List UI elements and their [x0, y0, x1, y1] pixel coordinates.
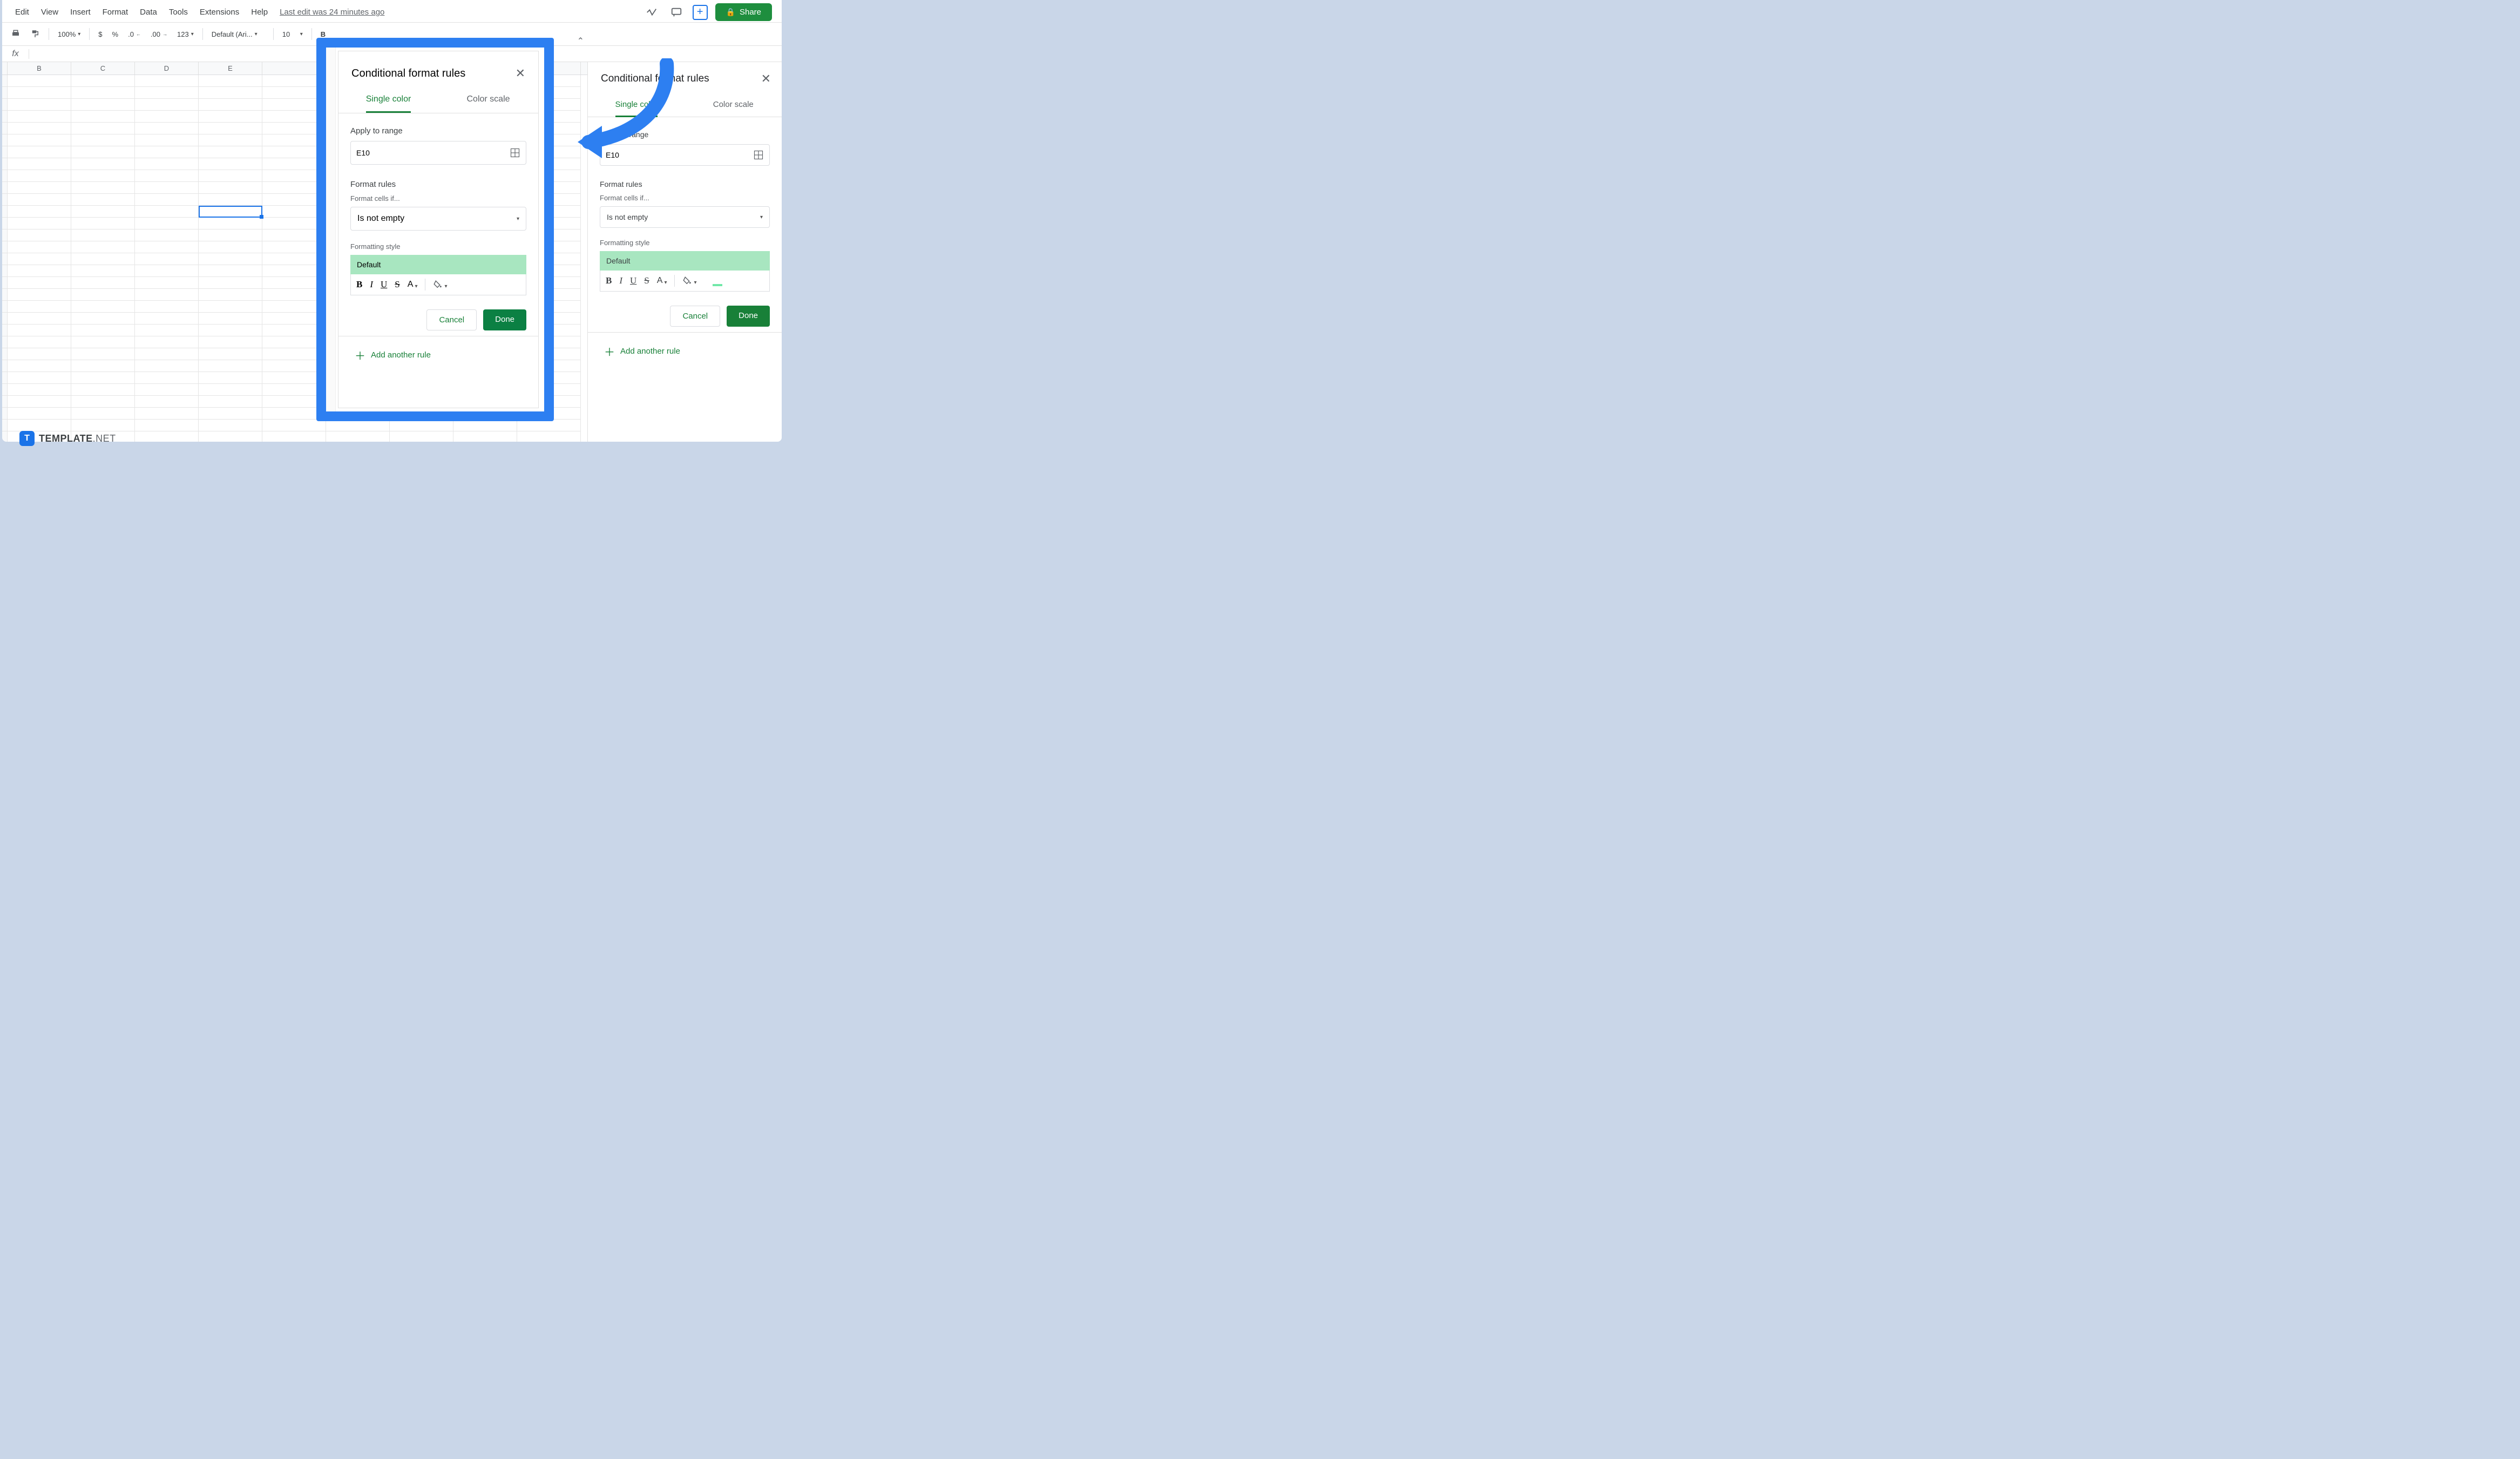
zoom-fmt-strike[interactable]: S	[395, 279, 399, 290]
tab-single-color[interactable]: Single color	[588, 92, 685, 117]
fmt-italic[interactable]: I	[619, 275, 622, 286]
currency-format[interactable]: $	[95, 28, 105, 40]
comments-icon[interactable]	[668, 4, 685, 21]
zoom-chevron-down-icon: ▾	[517, 216, 519, 222]
add-another-rule[interactable]: ＋ Add another rule	[600, 333, 770, 370]
zoom-condition-value: Is not empty	[357, 214, 404, 224]
panel-body: Apply to range Format rules Format cells…	[588, 117, 782, 442]
zoom-fmt-fill-color[interactable]: ▾	[433, 280, 447, 289]
font-select[interactable]: Default (Ari...▾	[208, 28, 268, 40]
percent-format[interactable]: %	[109, 28, 122, 40]
add-rule-label: Add another rule	[620, 347, 680, 356]
menu-bar: Edit View Insert Format Data Tools Exten…	[2, 0, 782, 22]
zoom-panel-buttons: Cancel Done	[350, 309, 526, 330]
menu-data[interactable]: Data	[140, 8, 157, 17]
panel-buttons: Cancel Done	[600, 306, 770, 327]
lock-icon: 🔒	[726, 8, 735, 17]
chevron-down-icon: ▾	[760, 214, 763, 220]
fill-swatch-icon	[713, 284, 722, 286]
zoom-callout: Conditional format rules ✕ Single color …	[316, 38, 554, 421]
zoom-done-button[interactable]: Done	[483, 309, 526, 330]
apply-range-label: Apply to range	[600, 130, 770, 139]
zoom-formatting-toolbar: B I U S A▾ ▾	[350, 274, 526, 295]
menu-extensions[interactable]: Extensions	[200, 8, 239, 17]
menu-format[interactable]: Format	[103, 8, 128, 17]
template-net-logo: T TEMPLATE.NET	[19, 431, 116, 446]
menu-edit[interactable]: Edit	[15, 8, 29, 17]
fmt-underline[interactable]: U	[630, 275, 636, 286]
zoom-tab-color-scale[interactable]: Color scale	[438, 86, 538, 113]
menu-help[interactable]: Help	[251, 8, 268, 17]
fmt-fill-color[interactable]: ▾	[682, 276, 696, 286]
stage: Edit View Insert Format Data Tools Exten…	[0, 0, 784, 454]
zoom-range-input-box[interactable]	[350, 141, 526, 165]
zoom-condition-select[interactable]: Is not empty ▾	[350, 207, 526, 231]
share-button[interactable]: 🔒 Share	[715, 3, 772, 21]
logo-mark-icon: T	[19, 431, 35, 446]
share-label: Share	[740, 8, 761, 17]
top-right-controls: + 🔒 Share	[643, 3, 772, 21]
zoom-add-another-rule[interactable]: ＋ Add another rule	[350, 336, 526, 374]
cancel-button[interactable]: Cancel	[670, 306, 720, 327]
collapse-toolbar-icon[interactable]: ⌃	[577, 36, 584, 46]
zoom-panel-title: Conditional format rules	[351, 67, 465, 80]
zoom-close-icon[interactable]: ✕	[516, 66, 525, 80]
more-formats[interactable]: 123▾	[174, 28, 197, 40]
fmt-strike[interactable]: S	[644, 275, 649, 286]
col-header-d[interactable]: D	[135, 62, 199, 75]
done-button[interactable]: Done	[727, 306, 770, 327]
zoom-fmt-text-color[interactable]: A▾	[408, 280, 418, 289]
menu-insert[interactable]: Insert	[70, 8, 91, 17]
default-style-preview[interactable]: Default	[600, 251, 770, 271]
plus-icon: ＋	[604, 343, 615, 359]
col-header-c[interactable]: C	[71, 62, 135, 75]
zoom-fmt-underline[interactable]: U	[381, 279, 387, 290]
zoom-default-style-preview[interactable]: Default	[350, 255, 526, 274]
zoom-fmt-bold[interactable]: B	[356, 279, 362, 290]
fmt-bold[interactable]: B	[606, 275, 612, 286]
increase-decimal[interactable]: .00→	[147, 28, 171, 40]
zoom-add-rule-label: Add another rule	[371, 350, 431, 360]
format-cells-if-label: Format cells if...	[600, 194, 770, 202]
condition-value: Is not empty	[607, 213, 648, 221]
col-header-b[interactable]: B	[8, 62, 71, 75]
formatting-toolbar: B I U S A▾ ▾	[600, 271, 770, 292]
range-input-box[interactable]	[600, 144, 770, 166]
zoom-cancel-button[interactable]: Cancel	[426, 309, 477, 330]
menu-tools[interactable]: Tools	[169, 8, 188, 17]
formatting-style-label: Formatting style	[600, 239, 770, 247]
print-icon[interactable]	[8, 27, 24, 41]
close-icon[interactable]: ✕	[761, 72, 771, 86]
paint-format-icon[interactable]	[27, 27, 43, 41]
zoom-format-rules-label: Format rules	[350, 180, 526, 189]
panel-tabs: Single color Color scale	[588, 92, 782, 117]
zoom-apply-range-label: Apply to range	[350, 126, 526, 136]
zoom-tab-single-color[interactable]: Single color	[338, 86, 438, 113]
tab-color-scale[interactable]: Color scale	[685, 92, 782, 117]
format-rules-label: Format rules	[600, 180, 770, 188]
condition-select[interactable]: Is not empty ▾	[600, 206, 770, 228]
zoom-select[interactable]: 100%▾	[55, 28, 84, 40]
font-size-select[interactable]: 10▾	[279, 28, 306, 40]
panel-title: Conditional format rules	[601, 73, 709, 85]
decrease-decimal[interactable]: .0←	[125, 28, 144, 40]
zoom-plus-icon: ＋	[355, 347, 365, 363]
zoom-fmt-italic[interactable]: I	[370, 279, 373, 290]
fmt-text-color[interactable]: A▾	[657, 276, 667, 286]
col-header-e[interactable]: E	[199, 62, 262, 75]
activity-icon[interactable]	[643, 4, 660, 21]
menu-view[interactable]: View	[41, 8, 58, 17]
logo-text: TEMPLATE.NET	[39, 433, 116, 444]
range-input[interactable]	[606, 151, 753, 159]
zoom-conditional-format-panel: Conditional format rules ✕ Single color …	[338, 51, 539, 408]
zoom-format-cells-if-label: Format cells if...	[350, 194, 526, 202]
zoom-grid-select-icon[interactable]	[510, 147, 520, 158]
grid-select-icon[interactable]	[753, 150, 764, 160]
zoom-formatting-style-label: Formatting style	[350, 242, 526, 251]
present-add-icon[interactable]: +	[693, 5, 708, 20]
conditional-format-panel: Conditional format rules ✕ Single color …	[587, 62, 782, 442]
zoom-range-input[interactable]	[356, 148, 510, 157]
fx-label: fx	[2, 49, 29, 59]
last-edit-link[interactable]: Last edit was 24 minutes ago	[280, 8, 384, 17]
